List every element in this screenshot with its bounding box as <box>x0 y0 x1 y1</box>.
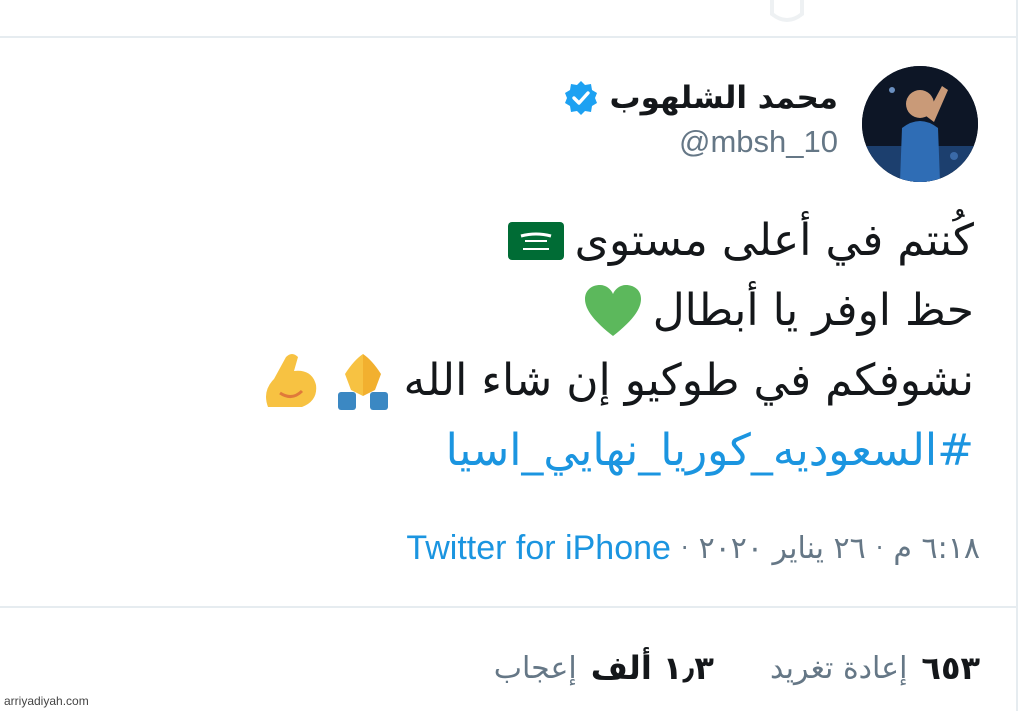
saudi-flag-emoji <box>507 222 564 260</box>
tweet-line-text: كُنتم في أعلى مستوى <box>574 215 974 266</box>
source-watermark: arriyadiyah.com <box>4 694 89 708</box>
tweet-meta: ٦:١٨ م · ٢٦ يناير ٢٠٢٠ · Twitter for iPh… <box>406 526 980 570</box>
stats-divider <box>0 606 1016 608</box>
retweet-label[interactable]: إعادة تغريد <box>770 651 907 686</box>
top-divider <box>0 36 1016 38</box>
tweet-time[interactable]: ٦:١٨ م <box>893 531 980 566</box>
tweet-line-3: نشوفكم في طوكيو إن شاء الله <box>74 346 974 416</box>
hashtag-link[interactable]: #السعوديه_كوريا_نهايي_اسيا <box>446 416 974 486</box>
frame-border <box>1016 0 1018 711</box>
green-heart-emoji <box>584 285 641 336</box>
like-label[interactable]: إعجاب <box>494 651 577 686</box>
tweet-line-text: حظ اوفر يا أبطال <box>652 285 974 336</box>
previous-tweet-icon <box>752 0 822 26</box>
tweet-stats: ٦٥٣ إعادة تغريد ١٫٣ ألف إعجاب <box>494 646 980 690</box>
folded-hands-emoji <box>337 354 388 410</box>
meta-separator: · <box>680 534 689 562</box>
tweet-text: كُنتم في أعلى مستوى حظ اوفر يا أبطال نشو… <box>74 206 974 486</box>
meta-separator: · <box>875 534 884 562</box>
tweet-line-2: حظ اوفر يا أبطال <box>74 276 974 346</box>
author-display-name[interactable]: محمد الشلهوب <box>609 80 838 116</box>
retweet-count[interactable]: ٦٥٣ <box>921 649 980 687</box>
author-name-row: محمد الشلهوب <box>563 76 838 120</box>
hashtag-line: #السعوديه_كوريا_نهايي_اسيا <box>74 416 974 486</box>
like-count[interactable]: ١٫٣ ألف <box>591 649 714 687</box>
tweet-line-text: نشوفكم في طوكيو إن شاء الله <box>403 355 974 406</box>
avatar[interactable] <box>862 66 978 182</box>
tweet-date[interactable]: ٢٦ يناير ٢٠٢٠ <box>699 531 866 566</box>
tweet-line-1: كُنتم في أعلى مستوى <box>74 206 974 276</box>
tweet-source-link[interactable]: Twitter for iPhone <box>406 529 671 568</box>
author-handle[interactable]: @mbsh_10 <box>679 124 838 160</box>
flexed-biceps-emoji <box>265 354 316 407</box>
verified-badge-icon <box>565 81 598 115</box>
